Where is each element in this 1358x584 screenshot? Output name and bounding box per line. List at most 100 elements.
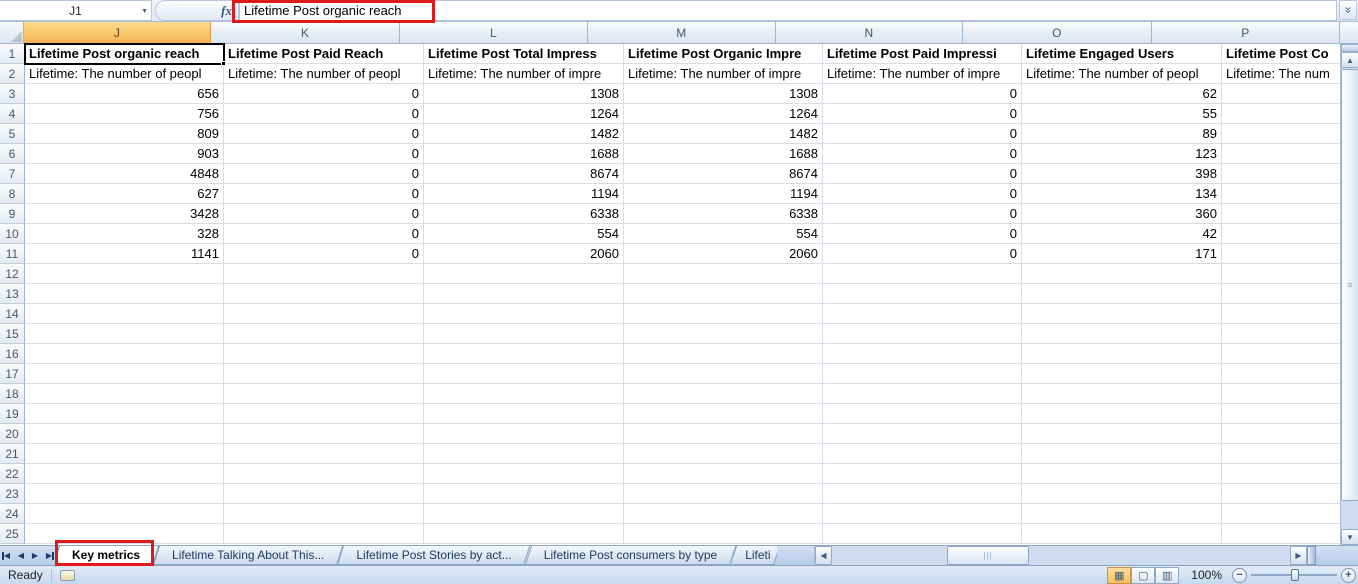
row-header-24[interactable]: 24 xyxy=(0,504,25,524)
cell-M21[interactable] xyxy=(624,444,823,464)
cell-N18[interactable] xyxy=(823,384,1022,404)
column-header-M[interactable]: M xyxy=(588,22,776,44)
cell-J9[interactable]: 3428 xyxy=(25,204,224,224)
cell-M8[interactable]: 1194 xyxy=(624,184,823,204)
cell-J4[interactable]: 756 xyxy=(25,104,224,124)
cell-O10[interactable]: 42 xyxy=(1022,224,1222,244)
row-header-20[interactable]: 20 xyxy=(0,424,25,444)
cell-O12[interactable] xyxy=(1022,264,1222,284)
cell-M5[interactable]: 1482 xyxy=(624,124,823,144)
cell-M12[interactable] xyxy=(624,264,823,284)
cell-O4[interactable]: 55 xyxy=(1022,104,1222,124)
cell-M14[interactable] xyxy=(624,304,823,324)
cell-J16[interactable] xyxy=(25,344,224,364)
cell-K16[interactable] xyxy=(224,344,424,364)
row-header-3[interactable]: 3 xyxy=(0,84,25,104)
row-header-5[interactable]: 5 xyxy=(0,124,25,144)
sheet-tab-lifeti[interactable]: Lifeti xyxy=(733,546,777,565)
formula-input[interactable]: Lifetime Post organic reach xyxy=(239,0,1337,21)
cell-O9[interactable]: 360 xyxy=(1022,204,1222,224)
cell-K10[interactable]: 0 xyxy=(224,224,424,244)
cell-K14[interactable] xyxy=(224,304,424,324)
cell-N21[interactable] xyxy=(823,444,1022,464)
cell-P17[interactable] xyxy=(1222,364,1340,384)
cell-M22[interactable] xyxy=(624,464,823,484)
function-icon[interactable]: fx xyxy=(221,3,232,19)
cell-O17[interactable] xyxy=(1022,364,1222,384)
column-header-O[interactable]: O xyxy=(963,22,1151,44)
row-header-14[interactable]: 14 xyxy=(0,304,25,324)
cell-N8[interactable]: 0 xyxy=(823,184,1022,204)
cell-J17[interactable] xyxy=(25,364,224,384)
cell-P19[interactable] xyxy=(1222,404,1340,424)
cell-L5[interactable]: 1482 xyxy=(424,124,624,144)
tab-area-split-handle[interactable] xyxy=(1307,546,1316,565)
cell-N23[interactable] xyxy=(823,484,1022,504)
cell-P15[interactable] xyxy=(1222,324,1340,344)
row-header-9[interactable]: 9 xyxy=(0,204,25,224)
cell-K4[interactable]: 0 xyxy=(224,104,424,124)
cell-M9[interactable]: 6338 xyxy=(624,204,823,224)
cell-J23[interactable] xyxy=(25,484,224,504)
scroll-up-button[interactable]: ▲ xyxy=(1341,52,1358,68)
view-page-layout-button[interactable]: ▢ xyxy=(1131,567,1155,584)
row-header-17[interactable]: 17 xyxy=(0,364,25,384)
cell-J20[interactable] xyxy=(25,424,224,444)
cell-L21[interactable] xyxy=(424,444,624,464)
cell-P18[interactable] xyxy=(1222,384,1340,404)
cell-O18[interactable] xyxy=(1022,384,1222,404)
cell-J13[interactable] xyxy=(25,284,224,304)
cell-K12[interactable] xyxy=(224,264,424,284)
cell-M4[interactable]: 1264 xyxy=(624,104,823,124)
zoom-in-button[interactable]: + xyxy=(1341,568,1356,583)
cell-M13[interactable] xyxy=(624,284,823,304)
row-header-16[interactable]: 16 xyxy=(0,344,25,364)
cell-L20[interactable] xyxy=(424,424,624,444)
cell-M6[interactable]: 1688 xyxy=(624,144,823,164)
zoom-slider-handle[interactable] xyxy=(1291,569,1299,581)
cell-P21[interactable] xyxy=(1222,444,1340,464)
cell-L2[interactable]: Lifetime: The number of impre xyxy=(424,64,624,84)
cell-K23[interactable] xyxy=(224,484,424,504)
view-page-break-button[interactable]: ▥ xyxy=(1155,567,1179,584)
cell-N6[interactable]: 0 xyxy=(823,144,1022,164)
select-all-corner[interactable] xyxy=(0,22,24,44)
cell-O3[interactable]: 62 xyxy=(1022,84,1222,104)
cell-J3[interactable]: 656 xyxy=(25,84,224,104)
cell-K17[interactable] xyxy=(224,364,424,384)
cell-N15[interactable] xyxy=(823,324,1022,344)
cell-N12[interactable] xyxy=(823,264,1022,284)
cell-L12[interactable] xyxy=(424,264,624,284)
cell-L7[interactable]: 8674 xyxy=(424,164,624,184)
cell-L23[interactable] xyxy=(424,484,624,504)
cell-O7[interactable]: 398 xyxy=(1022,164,1222,184)
cell-N24[interactable] xyxy=(823,504,1022,524)
row-header-6[interactable]: 6 xyxy=(0,144,25,164)
zoom-slider-track[interactable] xyxy=(1251,574,1337,576)
cell-O15[interactable] xyxy=(1022,324,1222,344)
cell-P25[interactable] xyxy=(1222,524,1340,544)
sheet-tab-key-metrics[interactable]: Key metrics xyxy=(56,546,156,565)
cell-J7[interactable]: 4848 xyxy=(25,164,224,184)
row-header-22[interactable]: 22 xyxy=(0,464,25,484)
cell-M7[interactable]: 8674 xyxy=(624,164,823,184)
cell-L10[interactable]: 554 xyxy=(424,224,624,244)
cell-P2[interactable]: Lifetime: The num xyxy=(1222,64,1340,84)
cell-K6[interactable]: 0 xyxy=(224,144,424,164)
cell-M19[interactable] xyxy=(624,404,823,424)
cell-M23[interactable] xyxy=(624,484,823,504)
cell-O19[interactable] xyxy=(1022,404,1222,424)
cell-K19[interactable] xyxy=(224,404,424,424)
cell-M15[interactable] xyxy=(624,324,823,344)
cell-K1[interactable]: Lifetime Post Paid Reach xyxy=(224,44,424,64)
cell-L17[interactable] xyxy=(424,364,624,384)
cell-N10[interactable]: 0 xyxy=(823,224,1022,244)
cell-P11[interactable] xyxy=(1222,244,1340,264)
cell-P12[interactable] xyxy=(1222,264,1340,284)
cell-M10[interactable]: 554 xyxy=(624,224,823,244)
scroll-right-button[interactable]: ▶ xyxy=(1290,546,1307,565)
cell-M1[interactable]: Lifetime Post Organic Impre xyxy=(624,44,823,64)
cell-K25[interactable] xyxy=(224,524,424,544)
cell-P13[interactable] xyxy=(1222,284,1340,304)
column-header-P[interactable]: P xyxy=(1152,22,1340,44)
